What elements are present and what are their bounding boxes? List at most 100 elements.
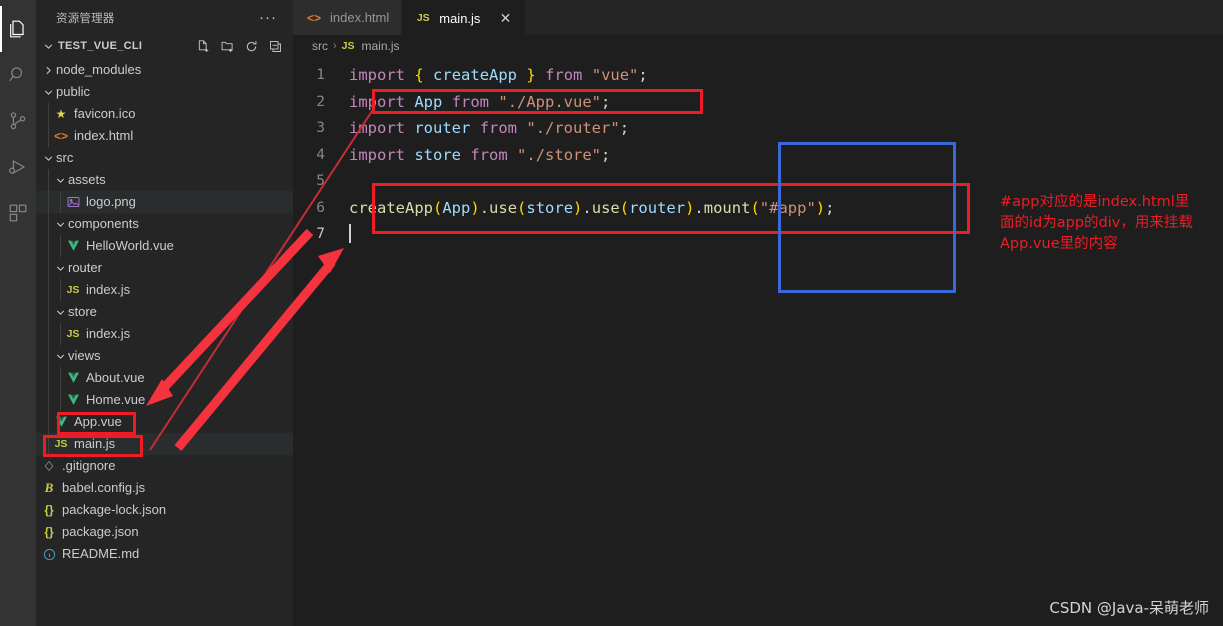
- code-content[interactable]: 1 import { createApp } from "vue"; 2 import…: [293, 57, 1223, 248]
- tree-file-row[interactable]: README.md: [36, 543, 293, 565]
- js-icon: JS: [66, 328, 80, 340]
- indent-guide: [48, 389, 49, 411]
- tree-item-label: node_modules: [56, 62, 142, 77]
- tree-file-row[interactable]: HelloWorld.vue: [36, 235, 293, 257]
- tree-file-row[interactable]: .gitignore: [36, 455, 293, 477]
- code-token: "./router": [526, 119, 620, 137]
- tree-file-row[interactable]: {} package-lock.json: [36, 499, 293, 521]
- indent-guide: [60, 389, 61, 411]
- chevron-down-icon: [40, 152, 56, 165]
- run-and-debug-icon: [7, 156, 29, 178]
- indent-guide: [48, 213, 49, 235]
- code-token: }: [526, 66, 536, 84]
- editor-tab[interactable]: <> index.html: [293, 0, 403, 35]
- code-token: (: [619, 198, 630, 217]
- vue-icon: [64, 372, 82, 384]
- line-number: 1: [316, 67, 325, 84]
- tree-file-row[interactable]: logo.png: [36, 191, 293, 213]
- tree-file-row[interactable]: {} package.json: [36, 521, 293, 543]
- tree-file-row[interactable]: Bbabel.config.js: [36, 477, 293, 499]
- code-text: import store from "./store";: [349, 142, 610, 169]
- code-token: store: [414, 145, 462, 164]
- code-token: use: [489, 198, 518, 217]
- activity-item-search[interactable]: [0, 52, 36, 98]
- tree-folder-row[interactable]: store: [36, 301, 293, 323]
- tree-item-label: main.js: [74, 436, 116, 451]
- tree-file-row[interactable]: About.vue: [36, 367, 293, 389]
- activity-item-explorer[interactable]: [0, 6, 36, 52]
- file-tree: node_modulespublic ★ favicon.ico <> index.ht…: [36, 59, 293, 565]
- indent-guide: [60, 367, 61, 389]
- editor-tab[interactable]: JS main.js ✕: [402, 0, 527, 35]
- code-token: ;: [638, 66, 648, 84]
- tree-file-row[interactable]: ★ favicon.ico: [36, 103, 293, 125]
- code-line: 6 createApp(App).use(store).use(router).m…: [293, 195, 1223, 222]
- activity-item-source-control[interactable]: [0, 98, 36, 144]
- code-token: ;: [601, 145, 611, 164]
- code-token: App: [414, 92, 443, 111]
- code-token: {: [414, 66, 424, 84]
- indent-guide: [48, 103, 49, 125]
- tree-folder-row[interactable]: views: [36, 345, 293, 367]
- tree-folder-row[interactable]: public: [36, 81, 293, 103]
- refresh-icon[interactable]: [244, 39, 259, 54]
- indent-guide: [48, 125, 49, 147]
- chevron-down-icon: [52, 306, 68, 319]
- activity-item-extensions[interactable]: [0, 190, 36, 236]
- new-folder-icon[interactable]: [220, 39, 235, 54]
- chevron-down-icon: [40, 40, 56, 53]
- vue-icon: [52, 416, 70, 428]
- more-actions-icon[interactable]: ···: [253, 10, 283, 25]
- tree-file-row[interactable]: JS main.js: [36, 433, 293, 455]
- tree-item-label: package-lock.json: [62, 502, 167, 517]
- code-token: ;: [601, 92, 611, 111]
- chevron-down-icon: [52, 350, 68, 363]
- project-root-name: TEST_VUE_CLI: [58, 40, 143, 52]
- js-icon: JS: [416, 12, 430, 24]
- indent-guide: [48, 301, 49, 323]
- sidebar-header: 资源管理器 ···: [36, 0, 293, 35]
- indent-guide: [60, 235, 61, 257]
- tree-file-row[interactable]: JS index.js: [36, 323, 293, 345]
- indent-guide: [60, 279, 61, 301]
- indent-guide: [48, 367, 49, 389]
- code-line: 1 import { createApp } from "vue";: [293, 62, 1223, 89]
- tree-file-row[interactable]: App.vue: [36, 411, 293, 433]
- tree-file-row[interactable]: JS index.js: [36, 279, 293, 301]
- breadcrumb-file[interactable]: main.js: [362, 39, 400, 53]
- code-token: (: [433, 198, 443, 217]
- code-token: "vue": [591, 66, 639, 84]
- project-root-row[interactable]: TEST_VUE_CLI: [36, 35, 293, 57]
- js-icon: JS: [66, 284, 80, 296]
- tree-file-row[interactable]: <> index.html: [36, 125, 293, 147]
- close-icon[interactable]: ✕: [497, 11, 513, 25]
- new-file-icon[interactable]: [196, 39, 211, 54]
- indent-guide: [48, 411, 49, 433]
- tree-folder-row[interactable]: router: [36, 257, 293, 279]
- tree-folder-row[interactable]: components: [36, 213, 293, 235]
- activity-item-run-and-debug[interactable]: [0, 144, 36, 190]
- html-icon: <>: [53, 129, 68, 143]
- code-token: use: [591, 198, 620, 217]
- indent-guide: [48, 169, 49, 191]
- chevron-right-icon: ›: [333, 40, 337, 52]
- code-token: App: [442, 198, 471, 217]
- files-icon: [7, 18, 29, 40]
- tree-folder-row[interactable]: src: [36, 147, 293, 169]
- editor-tabs: <> index.html JS main.js ✕: [293, 0, 1223, 35]
- vue-icon: [64, 394, 82, 406]
- tree-item-label: favicon.ico: [74, 106, 136, 121]
- breadcrumb-root[interactable]: src: [312, 39, 328, 53]
- tree-folder-row[interactable]: node_modules: [36, 59, 293, 81]
- tree-file-row[interactable]: Home.vue: [36, 389, 293, 411]
- collapse-all-icon[interactable]: [268, 39, 283, 54]
- code-text: import router from "./router";: [349, 115, 629, 142]
- code-token: mount: [703, 198, 751, 217]
- tree-folder-row[interactable]: assets: [36, 169, 293, 191]
